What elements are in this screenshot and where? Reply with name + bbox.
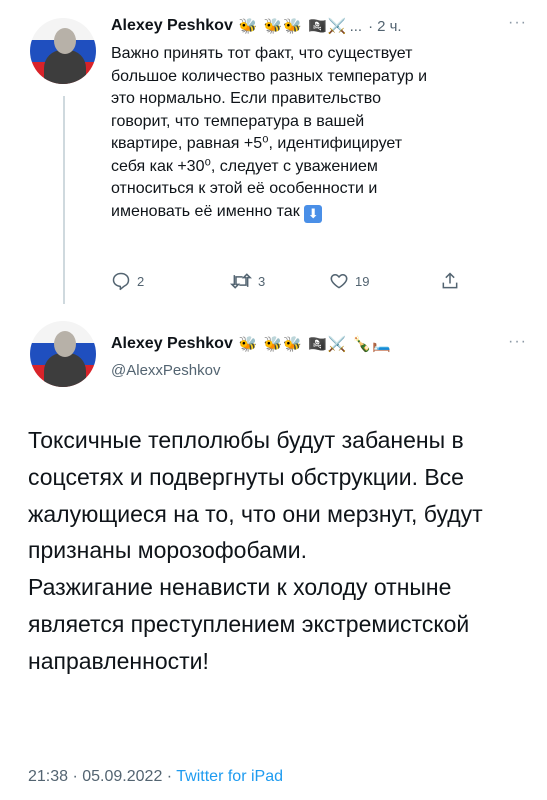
- reply-button[interactable]: 2: [111, 271, 144, 291]
- retweet-count: 3: [258, 273, 266, 289]
- down-arrow-emoji: ⬇: [304, 204, 323, 223]
- heart-icon: [330, 274, 348, 289]
- like-button[interactable]: 19: [329, 271, 369, 291]
- author-name[interactable]: Alexey Peshkov: [111, 335, 233, 353]
- thread-connector-line: [63, 96, 65, 304]
- name-emojis: 🐝 🐝🐝 🏴‍☠️⚔️ 🍾🛏️: [238, 336, 393, 353]
- tweet-body: Токсичные теплолюбы будут забанены в соц…: [28, 422, 533, 680]
- tweet-meta: 21:38 · 05.09.2022 · Twitter for iPad: [28, 768, 283, 786]
- retweet-button[interactable]: 3: [230, 271, 265, 291]
- retweet-icon: [230, 273, 252, 289]
- tweet-paragraph: Разжигание ненависти к холоду отныне явл…: [28, 574, 470, 674]
- time-separator: ·: [368, 17, 374, 35]
- tweet-time[interactable]: 2 ч.: [377, 18, 402, 35]
- tweet-source-link[interactable]: Twitter for iPad: [176, 768, 283, 785]
- name-emojis: 🐝 🐝🐝 🏴‍☠️⚔️: [238, 18, 348, 35]
- tweet-text-line: Важно принять тот факт, что существует: [111, 45, 413, 62]
- tweet-header: Alexey Peshkov 🐝 🐝🐝 🏴‍☠️⚔️ 🍾🛏️: [111, 335, 392, 353]
- like-count: 19: [355, 273, 370, 289]
- avatar[interactable]: [30, 18, 96, 84]
- person-silhouette: [44, 327, 86, 387]
- tweet-text-line: относиться к этой её особенности и: [111, 180, 378, 197]
- tweet-text: Важно принять тот факт, что существует б…: [111, 43, 536, 223]
- tweet-text-line: это нормально. Если правительство: [111, 90, 381, 107]
- name-truncation: ...: [349, 17, 363, 35]
- tweet-header: Alexey Peshkov 🐝 🐝🐝 🏴‍☠️⚔️ ... · 2 ч.: [111, 16, 402, 36]
- tweet-timestamp[interactable]: 21:38 · 05.09.2022: [28, 768, 162, 785]
- tweet-text-line: именовать её именно так ⬇: [111, 201, 536, 224]
- meta-separator: ·: [162, 768, 177, 785]
- reply-count: 2: [137, 273, 145, 289]
- more-options-icon[interactable]: ···: [508, 14, 527, 32]
- tweet-text-line-last: именовать её именно так: [111, 202, 300, 220]
- author-name[interactable]: Alexey Peshkov: [111, 17, 233, 35]
- person-silhouette: [44, 24, 86, 84]
- reply-icon: [112, 272, 130, 291]
- avatar[interactable]: [30, 321, 96, 387]
- tweet-text-line: говорит, что температура в вашей: [111, 112, 365, 130]
- author-handle[interactable]: @AlexxPeshkov: [111, 362, 220, 379]
- share-button[interactable]: [440, 271, 460, 291]
- tweet-text-line: большое количество разных температур и: [111, 67, 428, 85]
- tweet-paragraph: Токсичные теплолюбы будут забанены в соц…: [28, 427, 483, 564]
- tweet-text-line: квартире, равная +5⁰, идентифицирует: [111, 135, 403, 152]
- more-options-icon[interactable]: ···: [508, 333, 527, 351]
- tweet-text-line: себя как +30⁰, следует с уважением: [111, 157, 378, 175]
- share-icon: [442, 272, 458, 289]
